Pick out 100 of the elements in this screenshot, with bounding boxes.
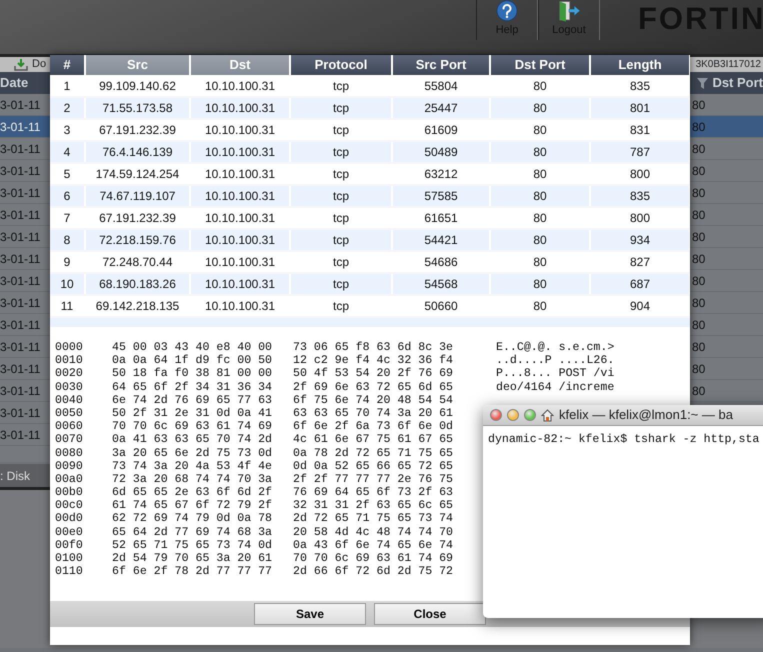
hex-offset: 00b0	[55, 486, 84, 500]
table-cell[interactable]: 3-01-11	[0, 358, 50, 380]
table-cell[interactable]: 3-01-11	[0, 182, 50, 204]
download-button[interactable]: Do	[14, 56, 46, 73]
table-cell: 80	[490, 141, 590, 163]
hex-offset: 0110	[55, 565, 84, 578]
save-button[interactable]: Save	[254, 603, 366, 625]
ascii-text: P...8... POST /vi	[496, 367, 614, 381]
table-row	[0, 446, 50, 462]
table-cell: 10.10.100.31	[190, 229, 290, 251]
table-cell[interactable]: 80	[690, 270, 763, 292]
table-cell[interactable]: 3-01-11	[0, 270, 50, 292]
table-cell[interactable]: 80	[690, 226, 763, 248]
ascii-text: deo/4164 /increme	[496, 380, 614, 394]
table-cell[interactable]: 80	[690, 204, 763, 226]
table-cell[interactable]: 3-01-11	[0, 292, 50, 314]
table-cell[interactable]: 3-01-11	[0, 424, 50, 446]
table-cell: 801	[590, 97, 690, 119]
hex-offset: 00c0	[55, 499, 84, 512]
filter-icon	[697, 78, 708, 88]
table-cell[interactable]: 3-01-11	[0, 116, 50, 138]
table-cell[interactable]: 3-01-11	[0, 226, 50, 248]
table-cell: 80	[490, 229, 590, 251]
table-cell[interactable]: 80	[690, 160, 763, 182]
table-cell[interactable]: 80	[690, 138, 763, 160]
column-header[interactable]: Dst Port	[490, 55, 590, 75]
hex-bytes: 6d 65 65 2e 63 6f 6d 2f	[112, 486, 274, 500]
column-header[interactable]: Dst Port	[697, 73, 763, 93]
hex-bytes: 73 06 65 f8 63 6d 8c 3e	[293, 341, 454, 354]
table-cell: 835	[590, 185, 690, 207]
hex-bytes: 2f 2f 77 77 77 2e 76 75	[293, 472, 454, 486]
hex-bytes: 2d 54 79 70 65 3a 20 61	[112, 552, 274, 566]
hex-bytes: 50 4f 53 54 20 2f 76 69	[293, 367, 454, 381]
table-cell[interactable]: 80	[690, 182, 763, 204]
hex-bytes: 6e 74 2d 76 69 65 77 63	[112, 394, 274, 407]
hex-offset: 00a0	[55, 472, 84, 486]
table-cell[interactable]: 80	[690, 94, 763, 116]
table-cell[interactable]: 80	[690, 292, 763, 314]
table-cell: tcp	[290, 185, 392, 207]
hex-offset: 0040	[55, 394, 84, 407]
table-cell: 2	[50, 97, 85, 119]
hex-bytes: 76 69 64 65 6f 73 2f 63	[293, 486, 454, 500]
zoom-button[interactable]	[524, 409, 536, 421]
table-cell: 25447	[392, 97, 490, 119]
table-cell[interactable]: 80	[690, 336, 763, 358]
minimize-button[interactable]	[507, 409, 519, 421]
hex-offset: 00e0	[55, 526, 84, 539]
table-cell: 80	[490, 97, 590, 119]
hex-bytes: 62 72 69 74 79 0d 0a 78	[112, 512, 274, 526]
hex-bytes: 52 65 71 75 65 73 74 0d	[112, 538, 274, 552]
table-cell: 54421	[392, 229, 490, 251]
column-header[interactable]: Dst	[190, 55, 290, 75]
column-header[interactable]: Src Port	[392, 55, 490, 75]
table-cell: 57585	[392, 185, 490, 207]
table-cell[interactable]: 3-01-11	[0, 94, 50, 116]
table-cell: tcp	[290, 229, 392, 251]
table-cell: tcp	[290, 141, 392, 163]
hex-bytes: 12 c2 9e f4 4c 32 36 f4	[293, 354, 454, 368]
table-cell[interactable]: 80	[690, 358, 763, 380]
hex-offset: 0020	[55, 367, 84, 381]
hex-offset: 0080	[55, 446, 84, 460]
hex-offset: 0010	[55, 354, 84, 368]
hex-bytes: 3a 20 65 6e 2d 75 73 0d	[112, 446, 274, 460]
hex-bytes: 6f 6e 2f 78 2d 77 77 77	[112, 565, 274, 578]
table-cell: 71.55.173.58	[85, 97, 190, 119]
table-cell: 80	[490, 185, 590, 207]
hex-bytes: 73 74 3a 20 4a 53 4f 4e	[112, 460, 274, 473]
table-cell[interactable]: 3-01-11	[0, 336, 50, 358]
table-cell[interactable]: 80	[690, 314, 763, 336]
table-cell[interactable]: 3-01-11	[0, 204, 50, 226]
column-header[interactable]: Protocol	[290, 55, 392, 75]
table-cell: 76.4.146.139	[85, 141, 190, 163]
close-button[interactable]: Close	[374, 603, 486, 625]
table-cell: 50489	[392, 141, 490, 163]
column-header[interactable]: #	[50, 55, 85, 75]
table-cell[interactable]: 3-01-11	[0, 160, 50, 182]
hex-bytes: 61 74 65 67 6f 72 79 2f	[112, 499, 274, 512]
hex-bytes: 70 70 6c 69 63 61 74 69	[112, 420, 274, 434]
close-button[interactable]	[490, 409, 502, 421]
table-cell[interactable]: 3-01-11	[0, 402, 50, 424]
hex-bytes: 20 58 4d 4c 48 74 74 70	[293, 526, 454, 539]
table-cell[interactable]: 80	[690, 380, 763, 402]
download-icon	[14, 58, 28, 71]
hex-offset: 0000	[55, 341, 84, 354]
table-cell: 80	[490, 273, 590, 295]
hex-bytes: 0a 0a 64 1f d9 fc 00 50	[112, 354, 274, 368]
table-cell[interactable]: 3-01-11	[0, 248, 50, 270]
table-cell[interactable]: 80	[690, 116, 763, 138]
column-header[interactable]: Date	[0, 73, 28, 93]
table-cell: 4	[50, 141, 85, 163]
column-header[interactable]: Src	[85, 55, 190, 75]
table-cell[interactable]: 3-01-11	[0, 138, 50, 160]
hex-bytes: 0a 78 2d 72 65 71 75 65	[293, 446, 454, 460]
column-header[interactable]: Length	[590, 55, 690, 75]
hex-offset: 0060	[55, 420, 84, 434]
table-cell[interactable]: 80	[690, 248, 763, 270]
table-cell: 10.10.100.31	[190, 273, 290, 295]
table-cell[interactable]: 3-01-11	[0, 314, 50, 336]
hex-offset: 0090	[55, 460, 84, 473]
table-cell[interactable]: 3-01-11	[0, 380, 50, 402]
